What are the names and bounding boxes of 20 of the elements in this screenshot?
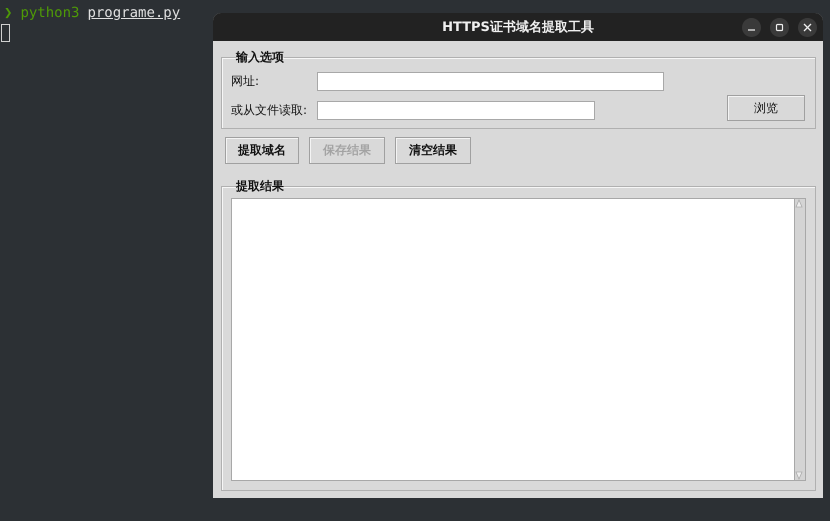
- cursor: [1, 24, 10, 42]
- minimize-button[interactable]: [742, 18, 761, 37]
- group-title: 提取结果: [236, 178, 284, 195]
- scrollbar[interactable]: [794, 198, 806, 481]
- action-button[interactable]: 提取域名: [225, 137, 299, 164]
- window-title: HTTPS证书域名提取工具: [442, 19, 594, 36]
- command-text: python3: [20, 4, 80, 22]
- close-button[interactable]: [798, 18, 817, 37]
- url-field[interactable]: [317, 72, 664, 91]
- maximize-button[interactable]: [770, 18, 789, 37]
- close-icon: [803, 23, 812, 32]
- prompt-symbol: ❯: [4, 4, 12, 22]
- file-argument: programe.py: [87, 4, 180, 22]
- group-title: 输入选项: [236, 49, 284, 66]
- field-label: 网址:: [231, 73, 260, 90]
- field-label: 或从文件读取:: [231, 102, 308, 118]
- maximize-icon: [775, 23, 784, 32]
- file-field[interactable]: [317, 100, 595, 120]
- browse-button[interactable]: 浏览: [727, 95, 805, 121]
- action-button[interactable]: 清空结果: [395, 137, 471, 164]
